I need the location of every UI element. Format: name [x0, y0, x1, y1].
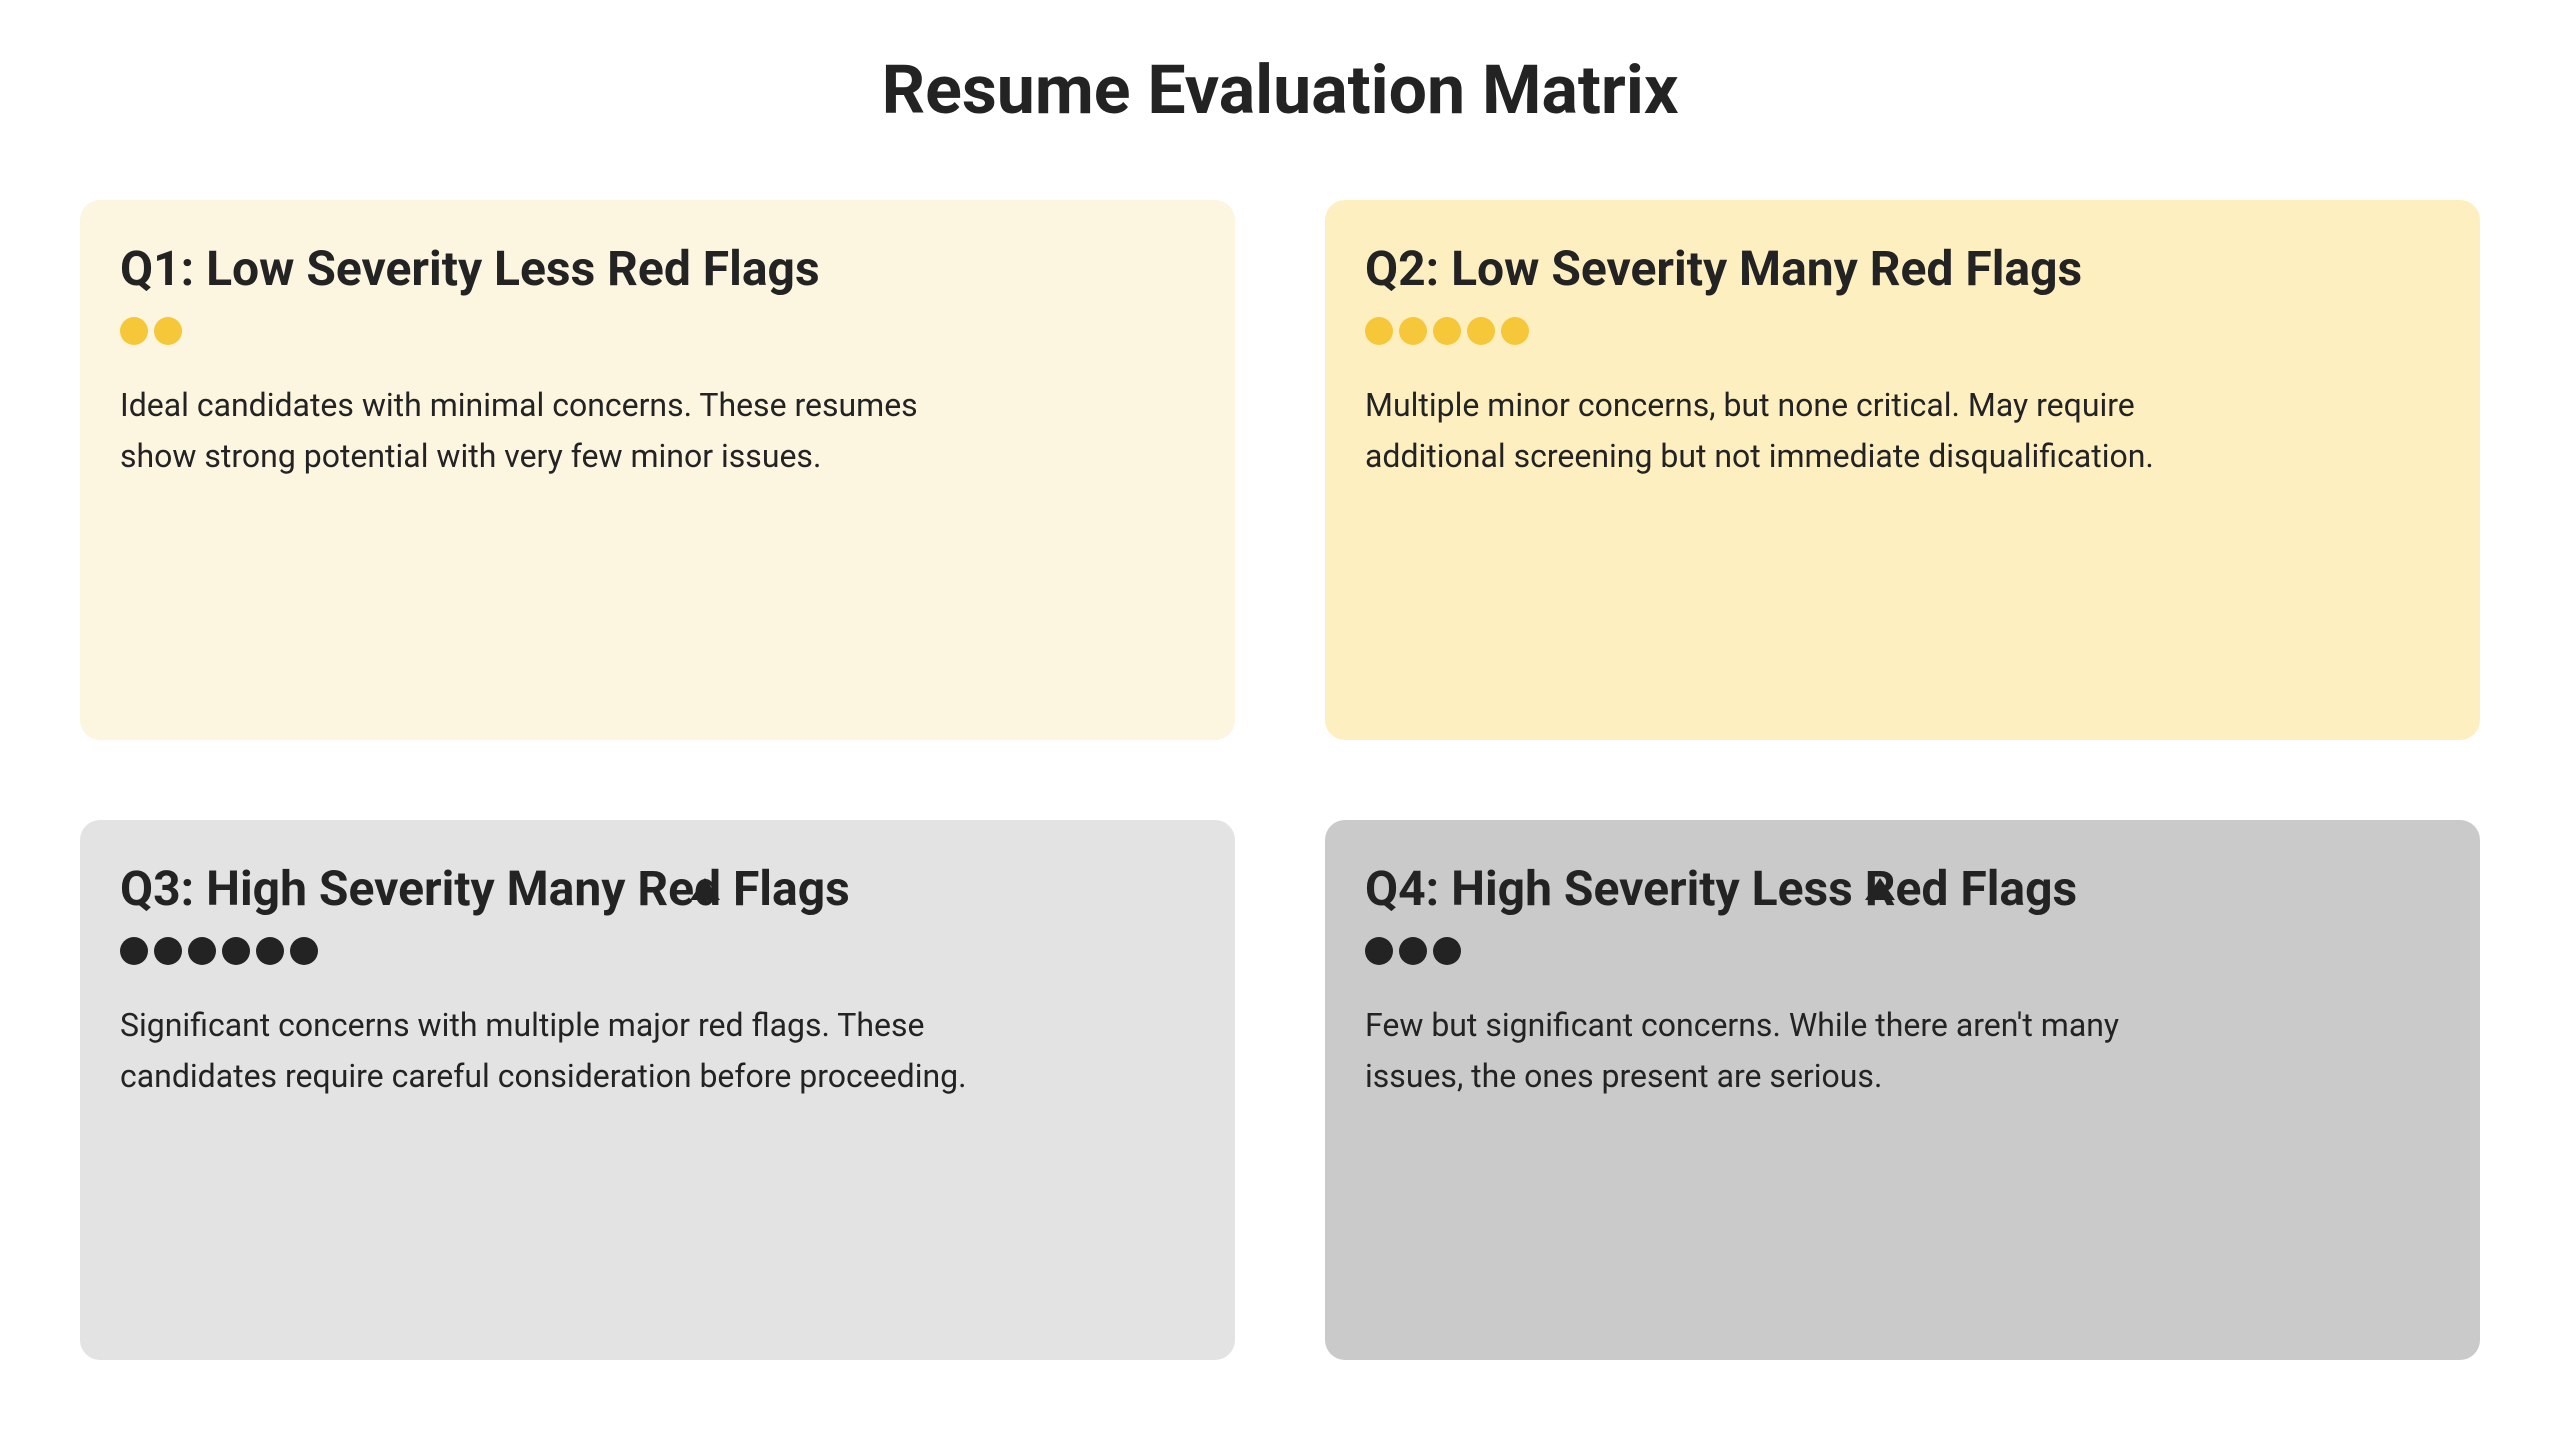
dot-icon	[1399, 937, 1427, 965]
dot-icon	[154, 317, 182, 345]
caret-up-icon	[1865, 878, 1895, 900]
page-title: Resume Evaluation Matrix	[80, 50, 2480, 130]
card-q4: Q4: High Severity Less Red Flags Few but…	[1325, 820, 2480, 1360]
caret-up-icon	[690, 878, 720, 900]
dot-icon	[188, 937, 216, 965]
card-q4-dots	[1365, 937, 2440, 965]
card-q1-heading: Q1: Low Severity Less Red Flags	[120, 240, 1195, 297]
card-q1-body: Ideal candidates with minimal concerns. …	[120, 380, 980, 482]
card-q3-heading: Q3: High Severity Many Red Flags	[120, 860, 1195, 917]
card-q2-dots	[1365, 317, 2440, 345]
dot-icon	[154, 937, 182, 965]
card-q1-dots	[120, 317, 1195, 345]
card-q3: Q3: High Severity Many Red Flags Signifi…	[80, 820, 1235, 1360]
dot-icon	[1433, 317, 1461, 345]
card-q4-body: Few but significant concerns. While ther…	[1365, 1000, 2225, 1102]
dot-icon	[1433, 937, 1461, 965]
dot-icon	[1365, 317, 1393, 345]
dot-icon	[256, 937, 284, 965]
dot-icon	[120, 937, 148, 965]
dot-icon	[1467, 317, 1495, 345]
card-q3-dots	[120, 937, 1195, 965]
dot-icon	[1399, 317, 1427, 345]
dot-icon	[1501, 317, 1529, 345]
dot-icon	[290, 937, 318, 965]
dot-icon	[120, 317, 148, 345]
card-q2-heading: Q2: Low Severity Many Red Flags	[1365, 240, 2440, 297]
dot-icon	[222, 937, 250, 965]
card-q4-heading: Q4: High Severity Less Red Flags	[1365, 860, 2440, 917]
card-q2-body: Multiple minor concerns, but none critic…	[1365, 380, 2225, 482]
card-q3-body: Significant concerns with multiple major…	[120, 1000, 980, 1102]
dot-icon	[1365, 937, 1393, 965]
card-q1: Q1: Low Severity Less Red Flags Ideal ca…	[80, 200, 1235, 740]
card-q2: Q2: Low Severity Many Red Flags Multiple…	[1325, 200, 2480, 740]
quadrant-grid: Q1: Low Severity Less Red Flags Ideal ca…	[80, 200, 2480, 1360]
